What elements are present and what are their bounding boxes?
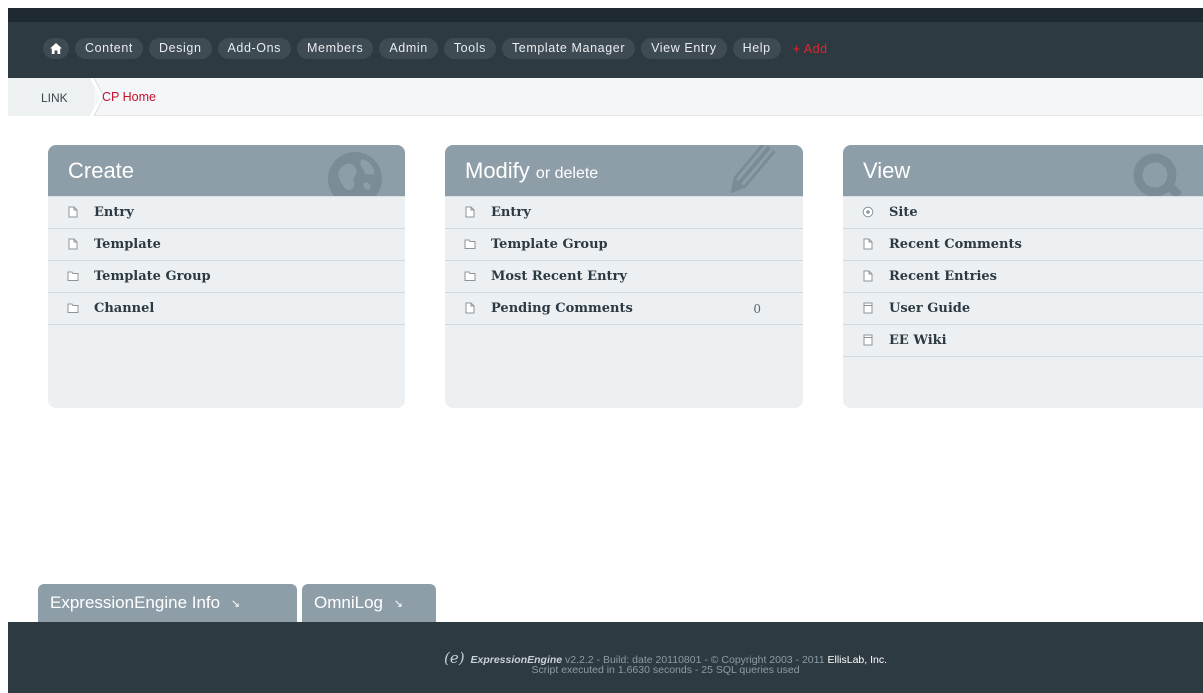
modify-panel-title: Modify or delete	[465, 158, 598, 184]
breadcrumb-link[interactable]: LINK	[8, 78, 94, 116]
nav-add-ons[interactable]: Add-Ons	[217, 38, 292, 59]
modify-most-recent-entry[interactable]: Most Recent Entry	[445, 261, 803, 293]
globe-icon	[328, 152, 382, 196]
folder-icon	[67, 303, 79, 313]
modify-entry[interactable]: Entry	[445, 197, 803, 229]
magnifier-icon	[1133, 153, 1183, 196]
document-icon	[68, 206, 78, 218]
nav-admin[interactable]: Admin	[379, 38, 438, 59]
create-entry[interactable]: Entry	[48, 197, 405, 229]
view-user-guide-label: User Guide	[889, 301, 971, 316]
nav-add-link[interactable]: + Add	[793, 42, 828, 56]
create-channel[interactable]: Channel	[48, 293, 405, 325]
tab-omnilog-label: OmniLog	[314, 593, 383, 612]
breadcrumb-link-label: LINK	[41, 91, 68, 105]
breadcrumb: LINK CP Home	[8, 78, 1203, 116]
modify-title-main: Modify	[465, 158, 530, 183]
create-channel-label: Channel	[94, 301, 155, 316]
view-recent-comments-label: Recent Comments	[889, 237, 1022, 252]
create-panel: Create Entry Template Template Group Cha…	[48, 145, 405, 408]
folder-icon	[67, 271, 79, 281]
view-user-guide[interactable]: User Guide	[843, 293, 1203, 325]
folder-icon	[464, 271, 476, 281]
view-recent-entries-label: Recent Entries	[889, 269, 997, 284]
nav-template-manager[interactable]: Template Manager	[501, 38, 636, 59]
modify-items: Entry Template Group Most Recent Entry P…	[445, 197, 803, 325]
view-site[interactable]: Site	[843, 197, 1203, 229]
view-recent-entries[interactable]: Recent Entries	[843, 261, 1203, 293]
nav-home-button[interactable]	[43, 38, 69, 59]
create-template-label: Template	[94, 237, 161, 252]
document-icon	[863, 270, 873, 282]
modify-template-group[interactable]: Template Group	[445, 229, 803, 261]
nav-tools[interactable]: Tools	[443, 38, 496, 59]
modify-title-sub: or delete	[535, 165, 599, 182]
footer: (e) ExpressionEngine v2.2.2 - Build: dat…	[8, 622, 1203, 693]
page-frame: Content Design Add-Ons Members Admin Too…	[8, 8, 1203, 693]
book-icon	[863, 334, 873, 346]
nav-members[interactable]: Members	[297, 38, 374, 59]
modify-pending-comments-label: Pending Comments	[491, 301, 633, 316]
expand-arrow-icon: ↘	[230, 597, 241, 610]
modify-panel: Modify or delete Entry Template Group Mo…	[445, 145, 803, 408]
view-site-label: Site	[889, 205, 918, 220]
nav-content[interactable]: Content	[75, 38, 143, 59]
modify-most-recent-entry-label: Most Recent Entry	[491, 269, 627, 284]
view-ee-wiki-label: EE Wiki	[889, 333, 947, 348]
create-template-group-label: Template Group	[94, 269, 211, 284]
create-panel-title: Create	[68, 158, 135, 183]
folder-icon	[464, 239, 476, 249]
pending-comments-count: 0	[753, 302, 761, 316]
document-icon	[863, 238, 873, 250]
breadcrumb-current: CP Home	[102, 90, 156, 104]
nav-view-entry[interactable]: View Entry	[641, 38, 727, 59]
target-icon	[862, 206, 874, 218]
create-template[interactable]: Template	[48, 229, 405, 261]
modify-template-group-label: Template Group	[491, 237, 608, 252]
modify-pending-comments[interactable]: Pending Comments 0	[445, 293, 803, 325]
modify-entry-label: Entry	[491, 205, 531, 220]
expand-arrow-icon: ↘	[393, 597, 403, 610]
view-recent-comments[interactable]: Recent Comments	[843, 229, 1203, 261]
tab-omnilog[interactable]: OmniLog ↘	[302, 584, 436, 622]
document-icon	[465, 302, 475, 314]
view-panel: View Site Recent Comments Recent Entries	[843, 145, 1203, 408]
create-items: Entry Template Template Group Channel	[48, 197, 405, 325]
document-icon	[68, 238, 78, 250]
tab-info-label: ExpressionEngine Info	[50, 593, 221, 612]
create-entry-label: Entry	[94, 205, 134, 220]
book-icon	[863, 302, 873, 314]
view-panel-title: View	[863, 158, 911, 183]
view-panel-header: View	[843, 145, 1203, 197]
top-navigation: Content Design Add-Ons Members Admin Too…	[8, 8, 1203, 78]
nav-list: Content Design Add-Ons Members Admin Too…	[43, 38, 828, 59]
footer-script-info: Script executed in 1.6630 seconds - 25 S…	[531, 664, 800, 676]
create-template-group[interactable]: Template Group	[48, 261, 405, 293]
nav-help[interactable]: Help	[732, 38, 781, 59]
nav-design[interactable]: Design	[148, 38, 212, 59]
home-icon	[50, 43, 62, 54]
view-ee-wiki[interactable]: EE Wiki	[843, 325, 1203, 357]
tab-expressionengine-info[interactable]: ExpressionEngine Info ↘	[38, 584, 297, 622]
document-icon	[465, 206, 475, 218]
modify-panel-header: Modify or delete	[445, 145, 803, 197]
create-panel-header: Create	[48, 145, 405, 197]
view-items: Site Recent Comments Recent Entries User…	[843, 197, 1203, 357]
pencil-icon	[730, 145, 776, 194]
